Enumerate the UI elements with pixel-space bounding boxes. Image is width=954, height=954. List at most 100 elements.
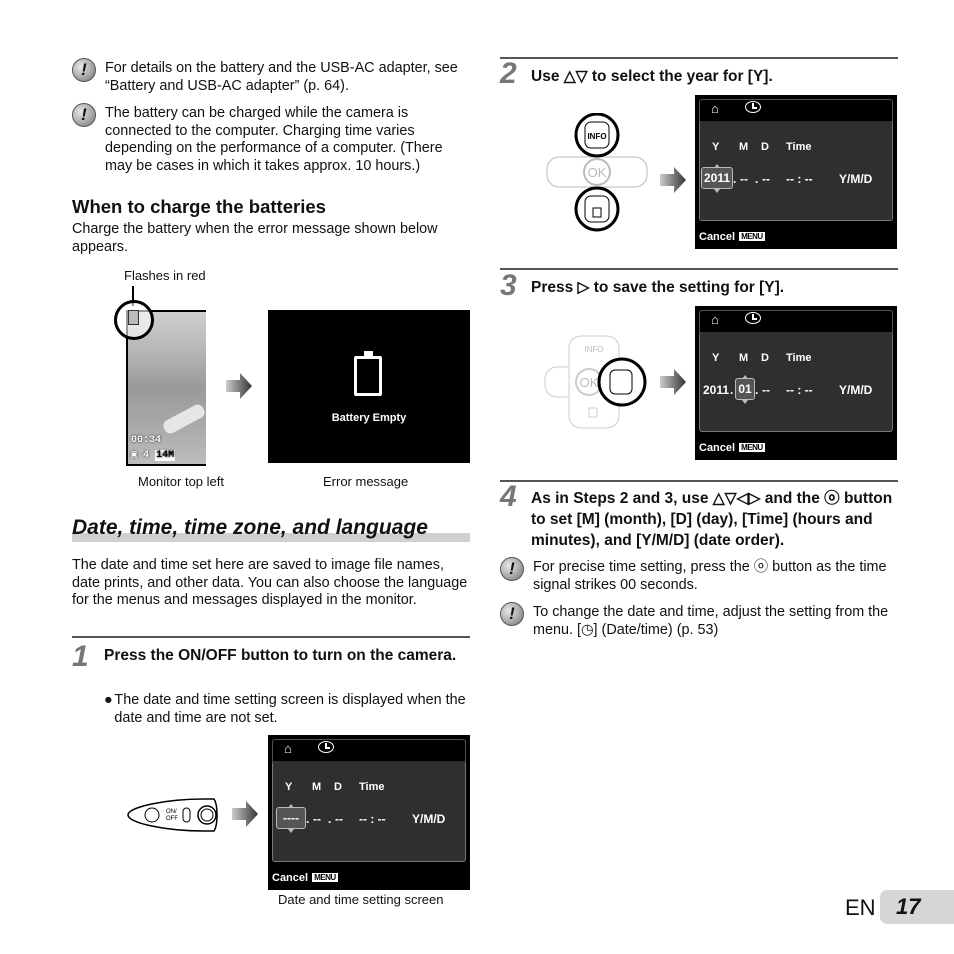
info-label: INFO <box>584 345 603 354</box>
card-icon: ▣ <box>131 450 138 461</box>
step-1-text: Press the ON/OFF button to turn on the c… <box>104 647 457 664</box>
clock-icon <box>745 312 761 324</box>
note-text: To change the date and time, adjust the … <box>533 604 889 638</box>
page-number: 17 <box>896 894 921 919</box>
trash-icon <box>588 407 598 418</box>
header-m: M <box>312 781 322 793</box>
header-time: Time <box>786 352 812 364</box>
step-number: 1 <box>72 640 89 673</box>
step-number: 4 <box>500 480 517 513</box>
step-3-text: Press ▷ to save the setting for [Y]. <box>531 279 785 296</box>
arrow-right-icon <box>660 167 686 193</box>
note-text: The battery can be charged while the cam… <box>105 105 443 174</box>
arrow-pad-right-illustration: INFO OK <box>544 335 647 429</box>
step-divider <box>72 636 470 638</box>
step-1-bullet: ● The date and time setting screen is di… <box>104 692 466 726</box>
step-4-text: As in Steps 2 and 3, use △▽◁▷ and the ⓞ … <box>531 490 893 549</box>
home-icon: ⌂ <box>284 741 292 756</box>
cancel-button[interactable]: Cancel MENU <box>272 872 338 884</box>
settings-panel <box>699 332 893 432</box>
info-label: INFO <box>587 132 606 141</box>
year-field[interactable]: 2011 <box>703 383 729 397</box>
page-number-tab: 17 <box>880 890 954 924</box>
bullet-icon: ● <box>104 692 113 708</box>
svg-text:OFF: OFF <box>166 816 178 822</box>
header-m: M <box>739 352 749 364</box>
date-time-setting-screen: ⌂ Y M D Time 2011 . 01 . -- -- : -- Y/M/… <box>695 306 897 460</box>
caption-error: Error message <box>323 474 409 489</box>
month-field[interactable]: -- <box>740 172 748 186</box>
step-number: 2 <box>500 57 517 90</box>
battery-terminal <box>364 351 373 356</box>
menu-button-icon: MENU <box>312 873 338 882</box>
caption-setting-screen: Date and time setting screen <box>278 892 444 907</box>
caution-icon: ! <box>72 58 96 82</box>
header-time: Time <box>786 141 812 153</box>
day-field[interactable]: -- <box>762 172 770 186</box>
date-order-field[interactable]: Y/M/D <box>839 172 872 186</box>
battery-icon <box>128 310 139 325</box>
cancel-button[interactable]: Cancel MENU <box>699 442 765 454</box>
error-screen: Battery Empty <box>268 310 470 463</box>
home-icon: ⌂ <box>711 312 719 327</box>
header-y: Y <box>712 141 720 153</box>
on-off-button-illustration: ON/ OFF <box>127 798 218 832</box>
cancel-button[interactable]: Cancel MENU <box>699 231 765 243</box>
caption-monitor: Monitor top left <box>138 474 224 489</box>
day-field[interactable]: -- <box>335 812 343 826</box>
year-field[interactable]: ---- <box>276 804 306 833</box>
highlight-circle <box>114 300 154 340</box>
date-order-field[interactable]: Y/M/D <box>412 812 445 826</box>
menu-button-icon: MENU <box>739 232 765 241</box>
photo-detail <box>161 402 207 436</box>
clock-icon <box>745 101 761 113</box>
recording-time: 00:34 <box>131 435 162 446</box>
month-field[interactable]: -- <box>313 812 321 826</box>
date-order-field[interactable]: Y/M/D <box>839 383 872 397</box>
battery-empty-icon <box>354 356 382 396</box>
ok-label: OK <box>580 375 599 390</box>
date-time-setting-screen: ⌂ Y M D Time ---- . -- . -- -- : -- Y/M/… <box>268 735 470 890</box>
arrow-right-icon <box>226 373 252 399</box>
arrow-pad-up-down-illustration: OK INFO <box>546 113 648 232</box>
header-d: D <box>761 141 769 153</box>
caution-note: ! For precise time setting, press the ⓞ … <box>500 557 900 594</box>
charge-heading: When to charge the batteries <box>72 196 326 217</box>
note-text: For details on the battery and the USB-A… <box>105 60 458 94</box>
header-time: Time <box>359 781 385 793</box>
header-m: M <box>739 141 749 153</box>
time-field[interactable]: -- : -- <box>786 383 813 397</box>
date-time-setting-screen: ⌂ Y M D Time 2011 . -- . -- -- : -- Y/M/… <box>695 95 897 249</box>
callout-label: Flashes in red <box>124 268 206 283</box>
menu-button-icon: MENU <box>739 443 765 452</box>
clock-icon <box>318 741 334 753</box>
caution-icon: ! <box>500 602 524 626</box>
header-y: Y <box>285 781 293 793</box>
time-field[interactable]: -- : -- <box>786 172 813 186</box>
time-field[interactable]: -- : -- <box>359 812 386 826</box>
caution-note: ! For details on the battery and the USB… <box>72 58 472 95</box>
header-d: D <box>334 781 342 793</box>
note-text: For precise time setting, press the ⓞ bu… <box>533 559 887 593</box>
step-divider <box>500 480 898 482</box>
caution-icon: ! <box>500 557 524 581</box>
step-divider <box>500 57 898 59</box>
language-code: EN <box>845 895 876 920</box>
step-2-text: Use △▽ to select the year for [Y]. <box>531 68 773 85</box>
home-icon: ⌂ <box>711 101 719 116</box>
arrow-right-icon <box>660 369 686 395</box>
trash-icon <box>592 207 602 218</box>
step-number: 3 <box>500 269 517 302</box>
date-section-body: The date and time set here are saved to … <box>72 557 468 609</box>
year-field[interactable]: 2011 <box>701 164 733 193</box>
shots-remaining: ▣ 4 14M <box>131 450 176 461</box>
caution-note: ! To change the date and time, adjust th… <box>500 602 900 639</box>
step-divider <box>500 268 898 270</box>
on-off-label: ON/ <box>166 809 177 815</box>
caution-note: ! The battery can be charged while the c… <box>72 103 472 175</box>
ok-label: OK <box>588 165 607 180</box>
error-message-text: Battery Empty <box>331 412 407 424</box>
day-field[interactable]: -- <box>762 383 770 397</box>
month-field[interactable]: 01 <box>735 375 755 404</box>
charge-body: Charge the battery when the error messag… <box>72 221 438 255</box>
